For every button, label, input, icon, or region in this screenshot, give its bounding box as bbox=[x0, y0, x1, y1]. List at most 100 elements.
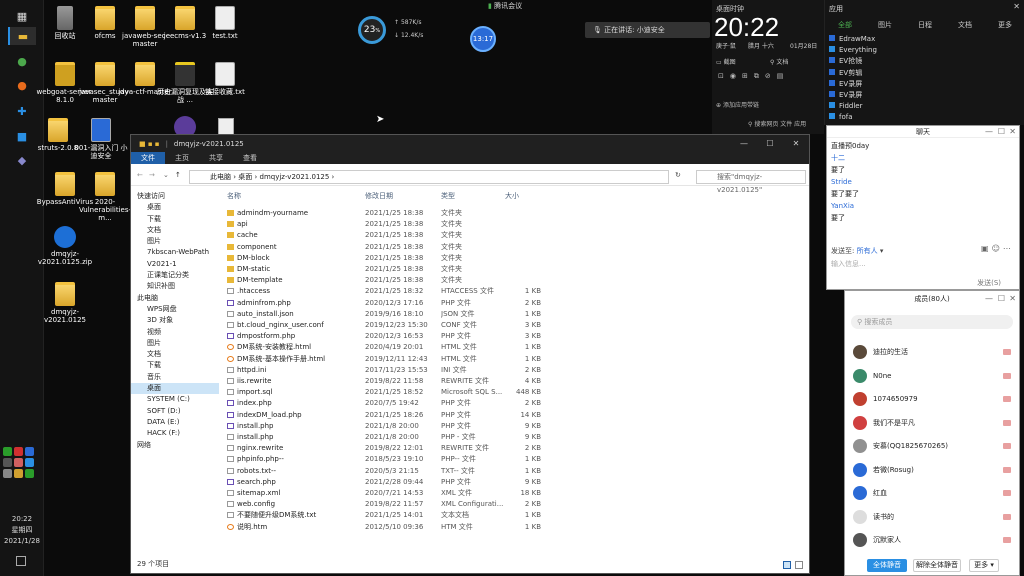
meeting-bar[interactable]: ▮ 腾讯会议 bbox=[488, 1, 522, 11]
member-row[interactable]: N0ne bbox=[853, 367, 1011, 385]
file-row[interactable]: 不要随便升级DM系统.txt 2021/1/25 14:01 文本文档 1 KB bbox=[223, 510, 803, 521]
chrome-icon[interactable]: ● bbox=[8, 52, 36, 70]
add-app-link[interactable]: ⊕ 添加应用带链 bbox=[716, 100, 759, 109]
back-icon[interactable]: ← bbox=[137, 171, 143, 179]
send-to-select[interactable]: 所有人 bbox=[857, 247, 878, 255]
apps-tab-all[interactable]: 全部 bbox=[838, 20, 852, 32]
nav-item[interactable]: WPS网盘 bbox=[131, 304, 219, 315]
recent-icon[interactable]: ⌄ bbox=[163, 171, 169, 179]
crop-icon[interactable]: ⊡ bbox=[718, 72, 730, 80]
member-row[interactable]: 读书的 bbox=[853, 508, 1011, 526]
copy-icon[interactable]: ⧉ bbox=[754, 72, 765, 80]
nav-item[interactable]: 7kbscan-WebPath bbox=[131, 247, 219, 258]
tool-docs[interactable]: 文档 bbox=[776, 59, 788, 66]
file-row[interactable]: phpinfo.php-- 2018/5/23 19:10 PHP-- 文件 1 KB bbox=[223, 454, 803, 465]
app-list-item[interactable]: EdrawMax bbox=[829, 34, 1009, 45]
file-row[interactable]: dmpostform.php 2020/12/3 16:53 PHP 文件 3 KB bbox=[223, 331, 803, 342]
app-list-item[interactable]: EV录屏 bbox=[829, 79, 1009, 90]
nav-item[interactable]: 网络 bbox=[131, 440, 219, 451]
tray-red-icon[interactable] bbox=[14, 447, 23, 456]
desktop-icon-dmqyjz-folder[interactable]: dmqyjz-v2021.0125 bbox=[34, 282, 96, 324]
screenshot-icon[interactable]: ▭ bbox=[716, 59, 724, 66]
emoji-icon[interactable]: ☺ bbox=[992, 244, 1003, 253]
widget-search[interactable]: ⚲ 搜索网页 文件 应用 bbox=[748, 119, 806, 128]
app-list-item[interactable]: fofa bbox=[829, 112, 1009, 123]
app-list-item[interactable]: EV抢镜 bbox=[829, 56, 1009, 67]
tab-share[interactable]: 共享 bbox=[199, 152, 233, 164]
send-button[interactable]: 发送(S) bbox=[977, 278, 1001, 288]
notification-icon[interactable] bbox=[16, 556, 26, 566]
refresh-icon[interactable]: ↻ bbox=[675, 171, 681, 179]
app-list-item[interactable]: EV剪辑 bbox=[829, 68, 1009, 79]
details-view-icon[interactable] bbox=[783, 561, 791, 569]
nav-item[interactable]: 文档 bbox=[131, 225, 219, 236]
nav-item[interactable]: 3D 对象 bbox=[131, 315, 219, 326]
minimize-button[interactable]: — bbox=[731, 135, 757, 152]
maximize-button[interactable]: ☐ bbox=[757, 135, 783, 152]
members-close-icon[interactable]: ✕ bbox=[1009, 294, 1016, 303]
microphone-muted-icon[interactable] bbox=[1003, 396, 1011, 402]
file-row[interactable]: search.php 2021/2/28 09:44 PHP 文件 9 KB bbox=[223, 477, 803, 488]
file-row[interactable]: import.sql 2021/1/25 18:52 Microsoft SQL S… bbox=[223, 387, 803, 398]
file-row[interactable]: DM-block 2021/1/25 18:38 文件夹 bbox=[223, 253, 803, 264]
file-row[interactable]: httpd.ini 2017/11/23 15:53 INI 文件 2 KB bbox=[223, 365, 803, 376]
tab-home[interactable]: 主页 bbox=[165, 152, 199, 164]
app-list-item[interactable]: Fiddler bbox=[829, 101, 1009, 112]
file-explorer-icon[interactable]: ▬ bbox=[8, 27, 36, 45]
microphone-muted-icon[interactable] bbox=[1003, 466, 1011, 473]
close-button[interactable]: ✕ bbox=[783, 135, 809, 152]
file-row[interactable]: index.php 2020/7/5 19:42 PHP 文件 2 KB bbox=[223, 398, 803, 409]
member-row[interactable]: 1074650979 bbox=[853, 390, 1011, 408]
apps-tab-schedule[interactable]: 日程 bbox=[918, 20, 932, 32]
apps-tab-images[interactable]: 图片 bbox=[878, 20, 892, 32]
breadcrumb-folder[interactable]: dmqyjz-v2021.0125 bbox=[260, 173, 330, 181]
system-monitor-widget[interactable]: 23% ↑ 587K/s ↓ 12.4K/s bbox=[356, 14, 426, 46]
nav-item[interactable]: 桌面 bbox=[131, 202, 219, 213]
desktop-icon-vuln-intro[interactable]: 001-漏洞入门 小迪安全 bbox=[72, 118, 130, 160]
firefox-icon[interactable]: ● bbox=[8, 76, 36, 94]
file-row[interactable]: install.php 2021/1/8 20:00 PHP 文件 9 KB bbox=[223, 421, 803, 432]
breadcrumb-this-pc[interactable]: 此电脑 bbox=[210, 173, 231, 181]
file-row[interactable]: bt.cloud_nginx_user.conf 2019/12/23 15:30… bbox=[223, 320, 803, 331]
more-icon[interactable]: ⋯ bbox=[1003, 244, 1014, 253]
file-row[interactable]: 说明.htm 2012/5/10 09:36 HTM 文件 1 KB bbox=[223, 522, 803, 533]
member-row[interactable]: 若微(Rosug) bbox=[853, 461, 1011, 479]
column-size[interactable]: 大小 bbox=[505, 191, 519, 202]
tray-wechat-icon[interactable] bbox=[3, 447, 12, 456]
tiles-view-icon[interactable] bbox=[795, 561, 803, 569]
taskbar-clock[interactable]: 20:22 星期四 2021/1/28 bbox=[0, 514, 44, 547]
apps-tab-docs[interactable]: 文档 bbox=[958, 20, 972, 32]
file-row[interactable]: web.config 2019/8/22 11:57 XML Configurati… bbox=[223, 499, 803, 510]
file-row[interactable]: DM-template 2021/1/25 18:38 文件夹 bbox=[223, 275, 803, 286]
column-name[interactable]: 名称 bbox=[227, 191, 241, 202]
image-icon[interactable]: ▣ bbox=[981, 244, 992, 253]
chat-close-icon[interactable]: ✕ bbox=[1009, 127, 1016, 136]
nav-item[interactable]: SYSTEM (C:) bbox=[131, 394, 219, 405]
member-row[interactable]: 沉默家人 bbox=[853, 531, 1011, 549]
start-menu-icon[interactable]: ▦ bbox=[8, 7, 36, 25]
file-row[interactable]: iis.rewrite 2019/8/22 11:58 REWRITE 文件 4 KB bbox=[223, 376, 803, 387]
member-row[interactable]: 安慕(QQ1825670265) bbox=[853, 437, 1011, 455]
file-row[interactable]: install.php 2021/1/8 20:00 PHP - 文件 9 KB bbox=[223, 432, 803, 443]
column-date[interactable]: 修改日期 bbox=[365, 191, 393, 202]
tab-view[interactable]: 查看 bbox=[233, 152, 267, 164]
meeting-timer[interactable]: 13:17 bbox=[470, 26, 496, 52]
desktop-icon-links-txt[interactable]: 链接收藏.txt bbox=[194, 62, 256, 96]
chat-minimize-icon[interactable]: — bbox=[985, 127, 993, 136]
tray-yellow-icon[interactable] bbox=[14, 469, 23, 478]
file-icon[interactable]: ▤ bbox=[777, 72, 790, 80]
grid-icon[interactable]: ⊞ bbox=[742, 72, 754, 80]
tray-volume-icon[interactable] bbox=[3, 469, 12, 478]
file-row[interactable]: adminfrom.php 2020/12/3 17:16 PHP 文件 2 KB bbox=[223, 298, 803, 309]
nav-item[interactable]: 音乐 bbox=[131, 372, 219, 383]
file-row[interactable]: sitemap.xml 2020/7/21 14:53 XML 文件 18 KB bbox=[223, 488, 803, 499]
breadcrumb-desktop[interactable]: 桌面 bbox=[238, 173, 252, 181]
member-row[interactable]: 红血 bbox=[853, 484, 1011, 502]
nav-item[interactable]: 正课笔记分类 bbox=[131, 270, 219, 281]
file-row[interactable]: .htaccess 2021/1/25 18:32 HTACCESS 文件 1 KB bbox=[223, 286, 803, 297]
nav-item[interactable]: 图片 bbox=[131, 236, 219, 247]
file-row[interactable]: nginx.rewrite 2019/8/22 12:01 REWRITE 文件 2 … bbox=[223, 443, 803, 454]
explorer-titlebar[interactable]: ■ ▪ ▪ | dmqyjz-v2021.0125 — ☐ ✕ bbox=[131, 135, 809, 152]
microphone-muted-icon[interactable] bbox=[1003, 372, 1011, 379]
meeting-app-icon[interactable]: ■ bbox=[8, 127, 36, 145]
